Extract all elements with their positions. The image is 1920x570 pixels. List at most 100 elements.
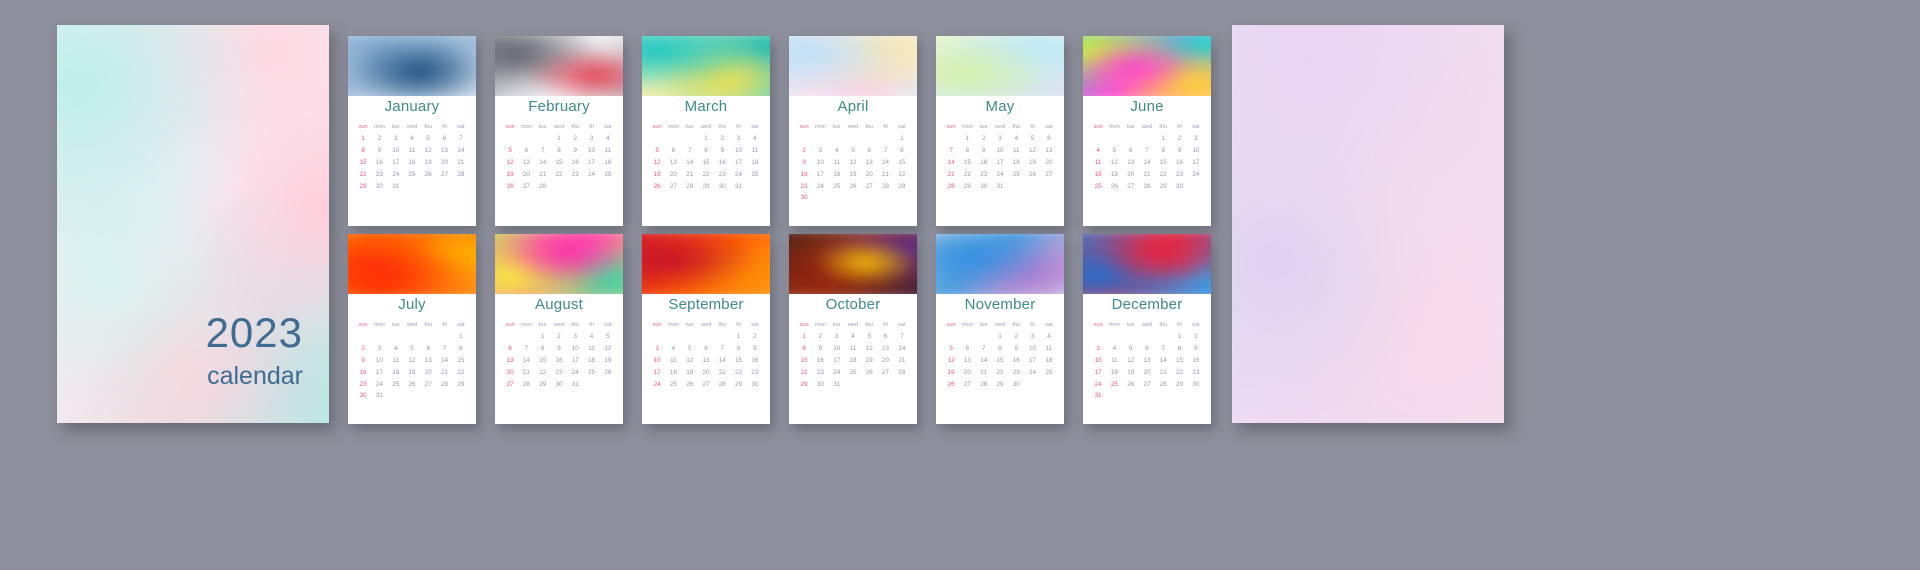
day-cell[interactable]: 3 — [649, 343, 665, 355]
day-cell[interactable]: 18 — [1106, 366, 1122, 378]
day-cell[interactable]: 12 — [861, 343, 877, 355]
day-cell[interactable]: 26 — [420, 168, 436, 180]
day-cell[interactable]: 17 — [992, 157, 1008, 169]
day-cell[interactable]: 6 — [1041, 133, 1057, 145]
day-cell[interactable]: 23 — [567, 168, 583, 180]
day-cell[interactable]: 6 — [877, 331, 893, 343]
day-cell[interactable]: 27 — [877, 366, 893, 378]
day-cell[interactable]: 17 — [567, 355, 583, 367]
day-cell[interactable]: 25 — [583, 366, 599, 378]
front-cover-page[interactable]: 2023 calendar — [57, 25, 329, 423]
day-cell[interactable]: 1 — [551, 133, 567, 145]
day-cell[interactable]: 13 — [420, 355, 436, 367]
day-cell[interactable]: 6 — [518, 145, 534, 157]
day-cell[interactable]: 13 — [698, 355, 714, 367]
day-cell[interactable]: 1 — [1155, 133, 1171, 145]
day-cell[interactable]: 11 — [1008, 145, 1024, 157]
day-cell[interactable]: 17 — [371, 366, 387, 378]
day-cell[interactable]: 20 — [436, 157, 452, 169]
day-cell[interactable]: 16 — [567, 157, 583, 169]
day-cell[interactable]: 11 — [747, 145, 763, 157]
day-cell[interactable]: 28 — [1139, 180, 1155, 192]
day-cell[interactable]: 22 — [894, 168, 910, 180]
day-cell[interactable]: 26 — [502, 180, 518, 192]
day-cell[interactable]: 7 — [535, 145, 551, 157]
day-cell[interactable]: 22 — [959, 168, 975, 180]
day-cell[interactable]: 27 — [502, 378, 518, 390]
day-cell[interactable]: 6 — [1123, 145, 1139, 157]
day-cell[interactable]: 10 — [649, 355, 665, 367]
day-cell[interactable]: 19 — [1123, 366, 1139, 378]
day-cell[interactable]: 10 — [388, 145, 404, 157]
day-cell[interactable]: 4 — [845, 331, 861, 343]
day-cell[interactable]: 18 — [665, 366, 681, 378]
day-cell[interactable]: 25 — [1041, 366, 1057, 378]
day-cell[interactable]: 3 — [829, 331, 845, 343]
day-cell[interactable]: 20 — [1041, 157, 1057, 169]
month-card-october[interactable]: October sun mon tue wed thu fri sat 1 2 3 4 5 6 7 8 9 10 1… — [789, 234, 917, 424]
day-cell[interactable]: 13 — [502, 355, 518, 367]
day-cell[interactable]: 18 — [404, 157, 420, 169]
day-cell[interactable]: 21 — [943, 168, 959, 180]
day-cell[interactable]: 19 — [943, 366, 959, 378]
day-cell[interactable]: 31 — [567, 378, 583, 390]
day-cell[interactable]: 11 — [583, 343, 599, 355]
day-cell[interactable]: 27 — [1123, 180, 1139, 192]
day-cell[interactable]: 23 — [714, 168, 730, 180]
day-cell[interactable]: 8 — [730, 343, 746, 355]
day-cell[interactable]: 19 — [404, 366, 420, 378]
day-cell[interactable]: 22 — [992, 366, 1008, 378]
day-cell[interactable]: 23 — [1188, 366, 1204, 378]
day-cell[interactable]: 23 — [812, 366, 828, 378]
day-cell[interactable]: 6 — [436, 133, 452, 145]
day-cell[interactable]: 26 — [600, 366, 616, 378]
day-cell[interactable]: 2 — [551, 331, 567, 343]
day-cell[interactable]: 14 — [714, 355, 730, 367]
day-cell[interactable]: 30 — [747, 378, 763, 390]
day-cell[interactable]: 19 — [1024, 157, 1040, 169]
day-cell[interactable]: 28 — [535, 180, 551, 192]
day-cell[interactable]: 29 — [796, 378, 812, 390]
day-cell[interactable]: 27 — [1139, 378, 1155, 390]
day-cell[interactable]: 2 — [1008, 331, 1024, 343]
day-cell[interactable]: 17 — [829, 355, 845, 367]
day-cell[interactable]: 7 — [894, 331, 910, 343]
day-cell[interactable]: 14 — [943, 157, 959, 169]
day-cell[interactable]: 11 — [845, 343, 861, 355]
day-cell[interactable]: 16 — [1188, 355, 1204, 367]
day-cell[interactable]: 9 — [567, 145, 583, 157]
day-cell[interactable]: 25 — [404, 168, 420, 180]
day-cell[interactable]: 12 — [845, 157, 861, 169]
day-cell[interactable]: 10 — [371, 355, 387, 367]
day-cell[interactable]: 26 — [649, 180, 665, 192]
day-cell[interactable]: 27 — [665, 180, 681, 192]
month-card-september[interactable]: September sun mon tue wed thu fri sat 123456789… — [642, 234, 770, 424]
day-cell[interactable]: 11 — [1041, 343, 1057, 355]
day-cell[interactable]: 24 — [371, 378, 387, 390]
day-cell[interactable]: 10 — [1024, 343, 1040, 355]
day-cell[interactable]: 28 — [877, 180, 893, 192]
day-cell[interactable]: 13 — [1123, 157, 1139, 169]
day-cell[interactable]: 19 — [1106, 168, 1122, 180]
day-cell[interactable]: 19 — [861, 355, 877, 367]
day-cell[interactable]: 19 — [420, 157, 436, 169]
day-cell[interactable]: 25 — [1090, 180, 1106, 192]
day-cell[interactable]: 31 — [829, 378, 845, 390]
day-cell[interactable]: 16 — [796, 168, 812, 180]
day-cell[interactable]: 29 — [453, 378, 469, 390]
day-cell[interactable]: 4 — [829, 145, 845, 157]
day-cell[interactable]: 28 — [453, 168, 469, 180]
day-cell[interactable]: 21 — [714, 366, 730, 378]
day-cell[interactable]: 30 — [714, 180, 730, 192]
day-cell[interactable]: 12 — [1024, 145, 1040, 157]
day-cell[interactable]: 15 — [1155, 157, 1171, 169]
day-cell[interactable]: 26 — [682, 378, 698, 390]
day-cell[interactable]: 7 — [976, 343, 992, 355]
day-cell[interactable]: 11 — [1090, 157, 1106, 169]
day-cell[interactable]: 6 — [698, 343, 714, 355]
day-cell[interactable]: 20 — [502, 366, 518, 378]
day-cell[interactable]: 25 — [747, 168, 763, 180]
day-cell[interactable]: 5 — [845, 145, 861, 157]
day-cell[interactable]: 25 — [600, 168, 616, 180]
day-cell[interactable]: 18 — [1090, 168, 1106, 180]
